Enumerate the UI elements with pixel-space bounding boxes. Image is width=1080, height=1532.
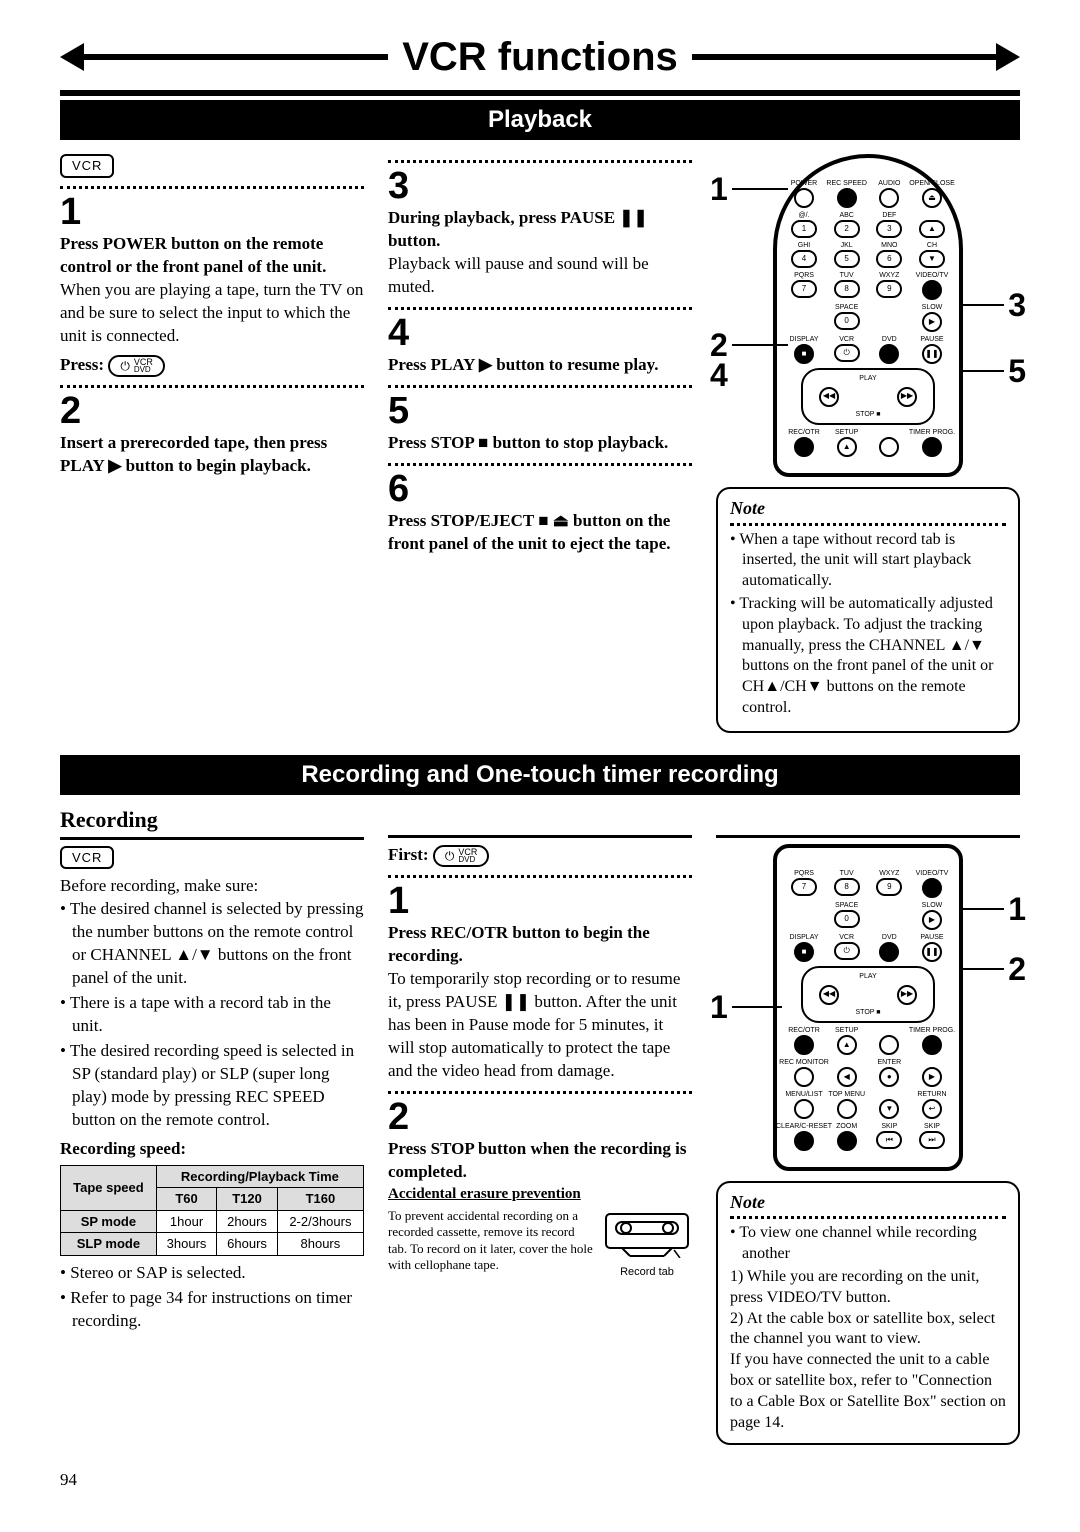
step-number: 3: [388, 167, 692, 205]
playback-col1: VCR 1 Press POWER button on the remote c…: [60, 154, 364, 732]
step5-head: Press STOP ■ button to stop playback.: [388, 432, 692, 455]
subtitle-playback: Playback: [60, 100, 1020, 140]
step-number: 1: [60, 193, 364, 231]
step6-head: Press STOP/EJECT ■ ⏏ button on the front…: [388, 510, 692, 556]
note-line: 1) While you are recording on the unit, …: [730, 1267, 1006, 1309]
recording-pre-bullet: The desired recording speed is selected …: [60, 1040, 364, 1132]
recording-pre-bullet: The desired channel is selected by press…: [60, 898, 364, 990]
recording-col1: Recording VCR Before recording, make sur…: [60, 805, 364, 1445]
cassette-icon: Record tab: [602, 1208, 692, 1280]
vcr-badge-icon: VCR: [60, 154, 114, 178]
vcr-pill-icon: ⏻ VCR DVD: [108, 355, 165, 377]
recording-speed-head: Recording speed:: [60, 1138, 364, 1161]
step1-head: Press POWER button on the remote control…: [60, 233, 364, 279]
vcr-pill-icon: ⏻ VCR DVD: [433, 845, 490, 867]
playback-col2: 3 During playback, press PAUSE ❚❚ button…: [388, 154, 692, 732]
title-arrow-right-icon: [996, 43, 1020, 71]
first-label: First:: [388, 845, 429, 864]
rec-step1-body: To temporarily stop recording or to resu…: [388, 968, 692, 1083]
recording-note: Note To view one channel while recording…: [716, 1181, 1020, 1445]
step1-body: When you are playing a tape, turn the TV…: [60, 279, 364, 348]
vcr-badge-icon: VCR: [60, 846, 114, 870]
erasure-title: Accidental erasure prevention: [388, 1184, 692, 1204]
rec-step2-head: Press STOP button when the recording is …: [388, 1138, 692, 1184]
recording-heading: Recording: [60, 805, 364, 835]
step4-head: Press PLAY ▶ button to resume play.: [388, 354, 692, 377]
remote-diagram: POWER REC SPEED AUDIO OPEN/CLOSE⏏ @/.1 A…: [773, 154, 963, 477]
page-number: 94: [60, 1469, 1020, 1492]
callout-3: 3: [1008, 284, 1026, 327]
playback-col3: 1 3 2 4 5 POWER REC SPEED AUDIO OPEN/CLO…: [716, 154, 1020, 732]
note-bullet: When a tape without record tab is insert…: [730, 530, 1006, 592]
step-number: 4: [388, 314, 692, 352]
page-title-wrap: VCR functions: [60, 30, 1020, 84]
recording-post-bullet: Refer to page 34 for instructions on tim…: [60, 1287, 364, 1333]
recording-intro: Before recording, make sure:: [60, 875, 364, 898]
step3-body: Playback will pause and sound will be mu…: [388, 253, 692, 299]
step3-head: During playback, press PAUSE ❚❚ button.: [388, 207, 692, 253]
playback-columns: VCR 1 Press POWER button on the remote c…: [60, 154, 1020, 732]
step-number: 2: [60, 392, 364, 430]
step-number: 5: [388, 392, 692, 430]
note-bullet-head: To view one channel while recording anot…: [730, 1223, 1006, 1265]
playback-note: Note When a tape without record tab is i…: [716, 487, 1020, 733]
step-number: 6: [388, 470, 692, 508]
title-rule: [60, 90, 1020, 96]
callout-4: 4: [710, 354, 728, 397]
step-number: 1: [388, 882, 692, 920]
press-label: Press:: [60, 355, 104, 374]
callout-1l: 1: [710, 986, 728, 1029]
callout-1: 1: [710, 168, 728, 211]
step-number: 2: [388, 1098, 692, 1136]
note-bullet: Tracking will be automatically adjusted …: [730, 594, 1006, 719]
callout-2: 2: [1008, 948, 1026, 991]
title-arrow-left-icon: [60, 43, 84, 71]
page-title: VCR functions: [388, 30, 692, 84]
recording-speed-table: Tape speed Recording/Playback Time T60 T…: [60, 1165, 364, 1256]
note-title: Note: [730, 497, 1006, 520]
recording-columns: Recording VCR Before recording, make sur…: [60, 805, 1020, 1445]
note-title: Note: [730, 1191, 1006, 1214]
cassette-label: Record tab: [602, 1265, 692, 1280]
rec-step1-head: Press REC/OTR button to begin the record…: [388, 922, 692, 968]
subtitle-recording: Recording and One-touch timer recording: [60, 755, 1020, 795]
step2-head: Insert a prerecorded tape, then press PL…: [60, 432, 364, 478]
callout-5: 5: [1008, 350, 1026, 393]
erasure-body: To prevent accidental recording on a rec…: [388, 1208, 594, 1273]
callout-1r: 1: [1008, 888, 1026, 931]
recording-col2: First: ⏻ VCR DVD 1 Press REC/OTR button …: [388, 805, 692, 1445]
recording-post-bullet: Stereo or SAP is selected.: [60, 1262, 364, 1285]
recording-pre-bullet: There is a tape with a record tab in the…: [60, 992, 364, 1038]
note-line: 2) At the cable box or satellite box, se…: [730, 1309, 1006, 1351]
note-line: If you have connected the unit to a cabl…: [730, 1350, 1006, 1433]
recording-col3: 1 2 1 PQRS7 TUV8 WXYZ9 VIDEO/TV SPACE0 S…: [716, 805, 1020, 1445]
remote-diagram-2: PQRS7 TUV8 WXYZ9 VIDEO/TV SPACE0 SLOW▶ D…: [773, 844, 963, 1171]
